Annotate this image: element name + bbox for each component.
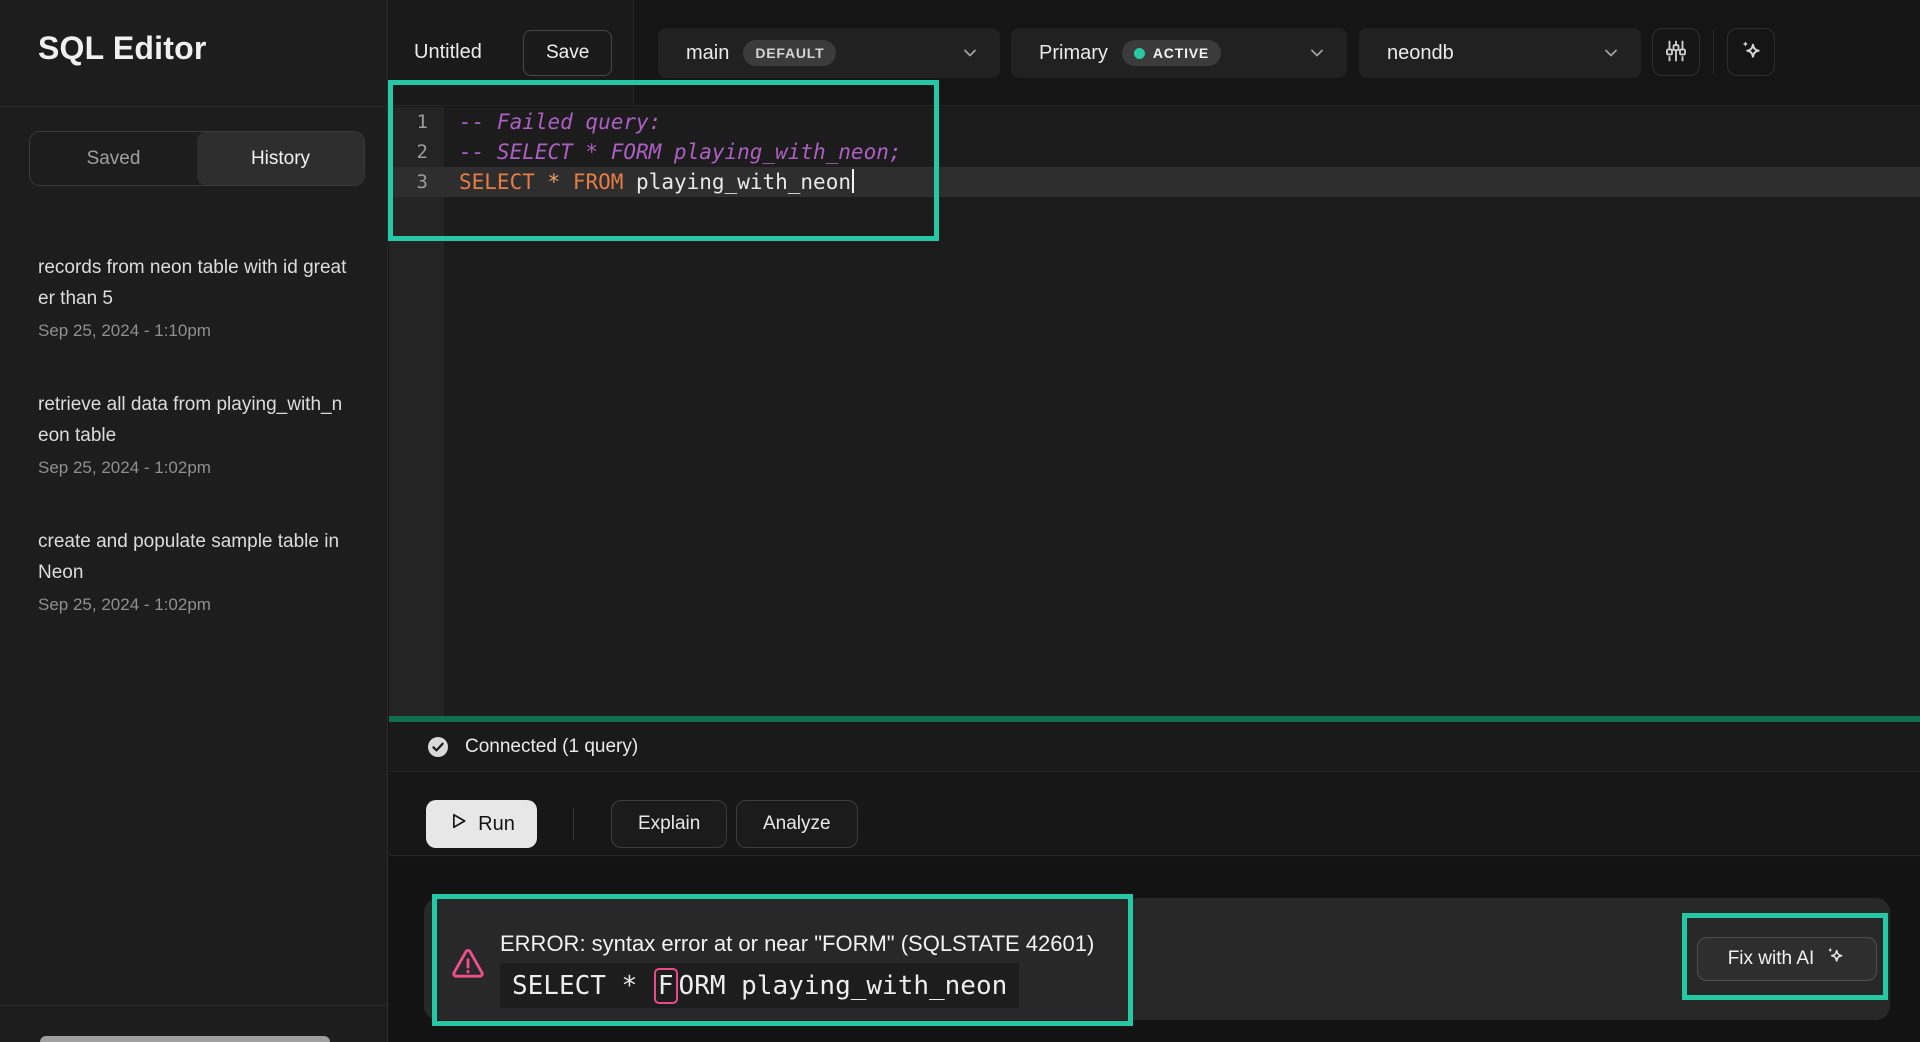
query-toolbar: Run Explain Analyze: [389, 773, 1920, 856]
branch-name: main: [686, 42, 729, 65]
error-query-text: SELECT *: [512, 971, 653, 1001]
error-query-snippet: SELECT * FORM playing_with_neon: [500, 963, 1019, 1008]
database-name: neondb: [1387, 42, 1454, 65]
line-code: -- SELECT * FORM playing_with_neon;: [444, 137, 902, 167]
line-code: -- Failed query:: [444, 107, 661, 137]
error-banner: ERROR: syntax error at or near "FORM" (S…: [424, 898, 1890, 1020]
code-token: FROM: [573, 170, 624, 194]
active-badge-label: ACTIVE: [1153, 45, 1209, 61]
default-badge: DEFAULT: [743, 40, 836, 66]
code-token: -- Failed query:: [459, 110, 661, 134]
fix-ai-button-label: Fix with AI: [1728, 948, 1815, 970]
run-button[interactable]: Run: [426, 800, 537, 848]
run-button-label: Run: [478, 813, 515, 836]
sql-editor-app: SQL Editor Saved History records from ne…: [0, 0, 1920, 1042]
database-dropdown[interactable]: neondb: [1359, 28, 1641, 78]
history-item[interactable]: retrieve all data from playing_with_neon…: [0, 389, 388, 482]
history-item-title: create and populate sample table in Neon: [38, 526, 350, 588]
code-token: SELECT: [459, 170, 535, 194]
line-number: 3: [389, 167, 444, 197]
sidebar-divider: [0, 106, 388, 107]
results-area: ERROR: syntax error at or near "FORM" (S…: [389, 857, 1920, 1042]
editor-lines: 1 -- Failed query: 2 -- SELECT * FORM pl…: [389, 107, 1920, 197]
sidebar: SQL Editor Saved History records from ne…: [0, 0, 388, 1042]
editor-line[interactable]: 2 -- SELECT * FORM playing_with_neon;: [389, 137, 1920, 167]
query-tab-title[interactable]: Untitled: [414, 0, 482, 105]
ai-assistant-button[interactable]: [1727, 28, 1775, 76]
settings-button[interactable]: [1652, 28, 1700, 76]
code-token: [535, 170, 548, 194]
line-number: 1: [389, 107, 444, 137]
line-code: SELECT * FROM playing_with_neon: [444, 167, 854, 197]
active-badge: ACTIVE: [1122, 40, 1221, 66]
compute-name: Primary: [1039, 42, 1108, 65]
connection-status-label: Connected (1 query): [465, 736, 638, 758]
tab-history[interactable]: History: [197, 132, 364, 185]
saved-history-tabs: Saved History: [29, 131, 365, 186]
sparkles-icon: [1824, 945, 1846, 973]
error-highlight-char: F: [654, 968, 678, 1004]
editor-gutter: [389, 107, 444, 716]
check-circle-icon: [426, 735, 450, 759]
tab-saved[interactable]: Saved: [30, 132, 197, 185]
connection-status-bar: Connected (1 query): [389, 722, 1920, 772]
topbar: Untitled Save main DEFAULT Primary ACTIV…: [389, 0, 1920, 106]
chevron-down-icon: [1601, 43, 1621, 63]
page-title: SQL Editor: [38, 30, 207, 67]
editor-line[interactable]: 1 -- Failed query:: [389, 107, 1920, 137]
sliders-icon: [1663, 38, 1689, 67]
line-number: 2: [389, 137, 444, 167]
active-dot-icon: [1134, 48, 1145, 59]
history-item-timestamp: Sep 25, 2024 - 1:02pm: [38, 453, 350, 482]
code-editor[interactable]: 1 -- Failed query: 2 -- SELECT * FORM pl…: [389, 107, 1920, 716]
text-cursor: [852, 169, 854, 193]
history-item-title: retrieve all data from playing_with_neon…: [38, 389, 350, 451]
code-token: -- SELECT * FORM playing_with_neon;: [459, 140, 902, 164]
compute-dropdown[interactable]: Primary ACTIVE: [1011, 28, 1347, 78]
history-item-timestamp: Sep 25, 2024 - 1:02pm: [38, 590, 350, 619]
chevron-down-icon: [960, 43, 980, 63]
sidebar-bottom-element[interactable]: [40, 1036, 330, 1042]
history-item[interactable]: create and populate sample table in Neon…: [0, 526, 388, 619]
code-token: playing_with_neon: [623, 170, 851, 194]
analyze-button[interactable]: Analyze: [736, 800, 858, 848]
explain-button[interactable]: Explain: [611, 800, 727, 848]
code-token: *: [548, 170, 561, 194]
history-item[interactable]: records from neon table with id greater …: [0, 252, 388, 345]
warning-triangle-icon: [449, 945, 487, 983]
chevron-down-icon: [1307, 43, 1327, 63]
history-item-title: records from neon table with id greater …: [38, 252, 350, 314]
query-tab: Untitled Save: [389, 0, 634, 105]
error-query-text: ORM playing_with_neon: [679, 971, 1008, 1001]
toolbar-divider: [573, 808, 574, 840]
save-button[interactable]: Save: [523, 30, 612, 76]
play-icon: [448, 811, 468, 837]
sparkles-icon: [1738, 38, 1764, 67]
topbar-divider: [1713, 30, 1714, 74]
code-token: [560, 170, 573, 194]
editor-line[interactable]: 3 SELECT * FROM playing_with_neon: [389, 167, 1920, 197]
fix-with-ai-button[interactable]: Fix with AI: [1697, 937, 1877, 981]
sidebar-bottom-divider: [0, 1005, 388, 1006]
history-item-timestamp: Sep 25, 2024 - 1:10pm: [38, 316, 350, 345]
error-message: ERROR: syntax error at or near "FORM" (S…: [500, 931, 1094, 957]
history-list: records from neon table with id greater …: [0, 252, 388, 663]
branch-dropdown[interactable]: main DEFAULT: [658, 28, 1000, 78]
